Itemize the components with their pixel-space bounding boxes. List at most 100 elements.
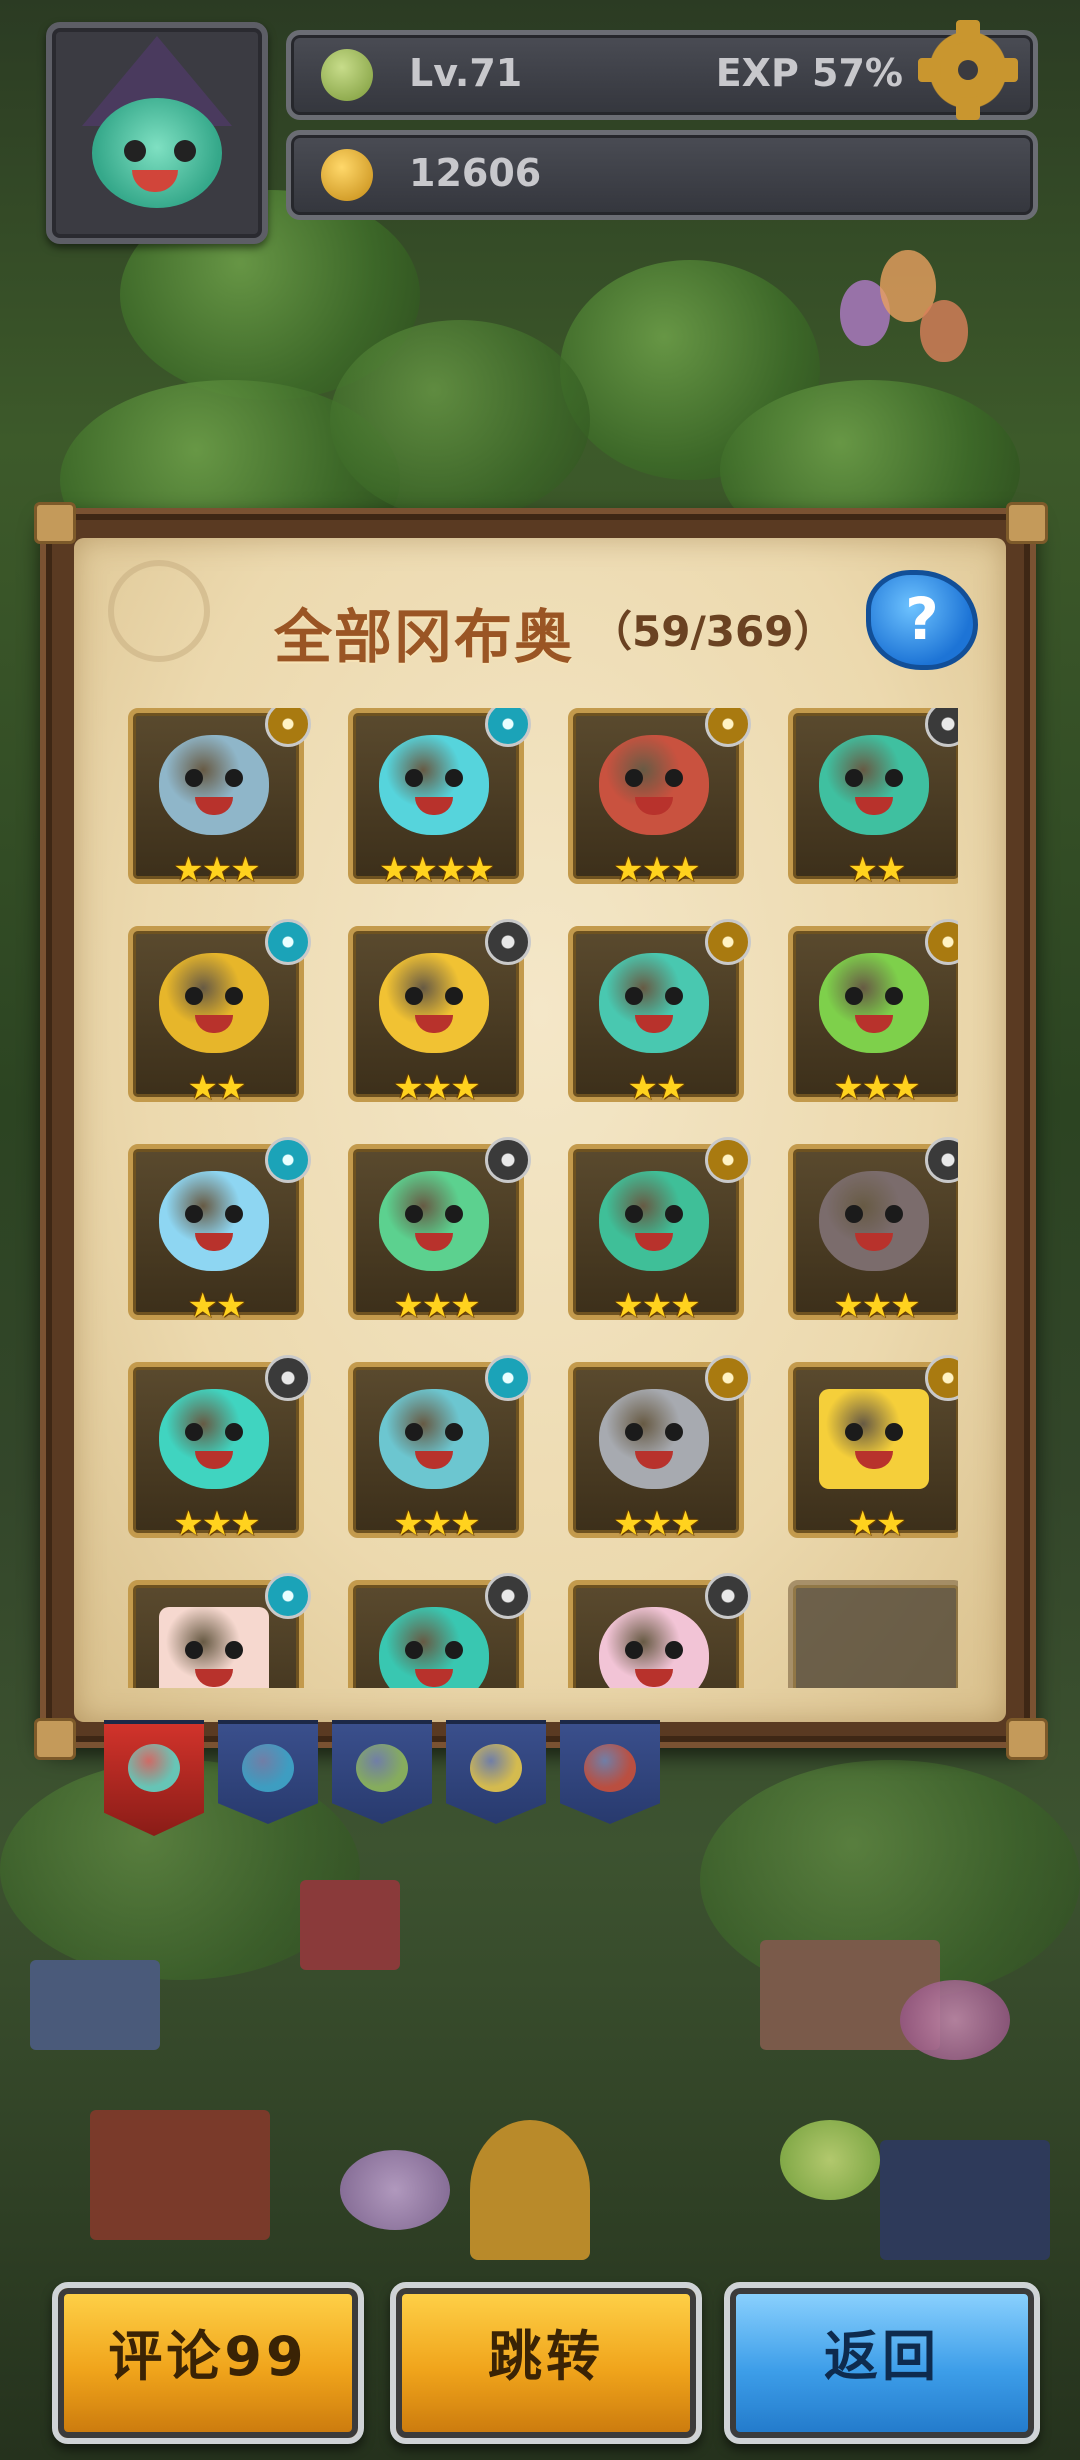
creature-card[interactable] bbox=[348, 1573, 531, 1688]
rank-badge-icon bbox=[705, 919, 751, 965]
category-icon bbox=[128, 1744, 180, 1792]
player-avatar[interactable] bbox=[46, 22, 268, 244]
coin-count: 12606 bbox=[409, 151, 542, 195]
rank-badge-icon bbox=[265, 1573, 311, 1619]
rank-badge-icon bbox=[705, 1573, 751, 1619]
star-rating: ★★ bbox=[847, 850, 907, 890]
creature-portrait bbox=[599, 1389, 709, 1489]
locked-creature-slot[interactable] bbox=[788, 1580, 958, 1688]
star-rating: ★★★ bbox=[393, 1286, 480, 1326]
creature-portrait bbox=[599, 735, 709, 835]
avatar-eye bbox=[124, 140, 146, 162]
creature-portrait bbox=[819, 953, 929, 1053]
tab-yellow[interactable] bbox=[446, 1720, 546, 1824]
star-rating: ★★★ bbox=[833, 1068, 920, 1108]
star-rating: ★★★ bbox=[393, 1504, 480, 1544]
rank-badge-icon bbox=[265, 1137, 311, 1183]
panel-title: 全部冈布奥 bbox=[274, 603, 575, 671]
star-rating: ★★★ bbox=[833, 1286, 920, 1326]
category-icon bbox=[242, 1744, 294, 1792]
back-button[interactable]: 返回 bbox=[724, 2282, 1040, 2444]
rank-badge-icon bbox=[485, 1355, 531, 1401]
creature-portrait bbox=[599, 1171, 709, 1271]
creature-card[interactable]: ★★★ bbox=[568, 708, 751, 890]
creature-portrait bbox=[599, 1607, 709, 1688]
creature-portrait bbox=[379, 735, 489, 835]
rank-badge-icon bbox=[705, 1355, 751, 1401]
creature-portrait bbox=[599, 953, 709, 1053]
creature-card[interactable]: ★★ bbox=[788, 1355, 958, 1544]
creature-card[interactable] bbox=[568, 1573, 751, 1688]
creature-card[interactable]: ★★★ bbox=[128, 708, 311, 890]
creature-grid: ★★★ ★★★★ ★★★ ★★ ★★ ★★★ ★★ ★★★ ★★ ★★★ ★★★ ★★★ ★★★ ★★★ ★… bbox=[128, 708, 958, 1688]
tab-blue[interactable] bbox=[218, 1720, 318, 1824]
rank-badge-icon bbox=[925, 1355, 958, 1401]
creature-card[interactable]: ★★ bbox=[128, 1137, 311, 1326]
star-rating: ★★ bbox=[187, 1068, 247, 1108]
gear-icon[interactable] bbox=[918, 20, 1018, 120]
rank-badge-icon bbox=[265, 708, 311, 747]
creature-portrait bbox=[379, 953, 489, 1053]
creature-portrait bbox=[819, 1171, 929, 1271]
star-rating: ★★ bbox=[187, 1286, 247, 1326]
creature-portrait bbox=[159, 1389, 269, 1489]
category-icon bbox=[470, 1744, 522, 1792]
panel-corner bbox=[1006, 1718, 1048, 1760]
collection-count: （59/369） bbox=[590, 607, 836, 656]
level-text: Lv.71 bbox=[409, 51, 523, 95]
creature-portrait bbox=[159, 735, 269, 835]
star-rating: ★★★ bbox=[613, 850, 700, 890]
star-rating: ★★ bbox=[847, 1504, 907, 1544]
creature-portrait bbox=[159, 953, 269, 1053]
panel-corner bbox=[34, 502, 76, 544]
coin-bar: 12606 bbox=[286, 130, 1038, 220]
creature-portrait bbox=[819, 735, 929, 835]
rank-badge-icon bbox=[925, 708, 958, 747]
star-rating: ★★★ bbox=[613, 1286, 700, 1326]
creature-card[interactable] bbox=[128, 1573, 311, 1688]
star-rating: ★★★★ bbox=[379, 850, 495, 890]
jump-button[interactable]: 跳转 bbox=[390, 2282, 702, 2444]
rank-badge-icon bbox=[265, 1355, 311, 1401]
creature-card[interactable]: ★★★ bbox=[348, 1355, 531, 1544]
creature-portrait bbox=[159, 1171, 269, 1271]
fruit-coin-icon bbox=[321, 149, 373, 201]
tab-red[interactable] bbox=[560, 1720, 660, 1824]
creature-portrait bbox=[819, 1389, 929, 1489]
tab-all[interactable] bbox=[104, 1720, 204, 1836]
creature-card[interactable]: ★★ bbox=[568, 919, 751, 1108]
rank-badge-icon bbox=[485, 1137, 531, 1183]
rank-badge-icon bbox=[925, 1137, 958, 1183]
rank-badge-icon bbox=[705, 708, 751, 747]
star-rating: ★★★ bbox=[393, 1068, 480, 1108]
rank-badge-icon bbox=[485, 1573, 531, 1619]
panel-corner bbox=[34, 1718, 76, 1760]
creature-portrait bbox=[159, 1607, 269, 1688]
creature-card[interactable]: ★★★ bbox=[348, 919, 531, 1108]
exp-text: EXP 57% bbox=[715, 51, 903, 95]
creature-card[interactable]: ★★★★ bbox=[348, 708, 531, 890]
creature-card[interactable]: ★★★ bbox=[568, 1355, 751, 1541]
panel-corner bbox=[1006, 502, 1048, 544]
rank-badge-icon bbox=[925, 919, 958, 965]
star-rating: ★★★ bbox=[173, 850, 260, 890]
star-rating: ★★★ bbox=[173, 1504, 260, 1544]
tab-green[interactable] bbox=[332, 1720, 432, 1824]
rank-badge-icon bbox=[485, 708, 531, 747]
creature-card[interactable]: ★★★ bbox=[788, 919, 958, 1108]
creature-card[interactable]: ★★★ bbox=[348, 1137, 531, 1326]
creature-card[interactable]: ★★★ bbox=[788, 1137, 958, 1326]
creature-card[interactable]: ★★ bbox=[128, 919, 311, 1108]
creature-card[interactable]: ★★★ bbox=[128, 1355, 311, 1544]
decorative-swirl-icon bbox=[108, 560, 210, 662]
rank-badge-icon bbox=[485, 919, 531, 965]
category-icon bbox=[356, 1744, 408, 1792]
rank-badge-icon bbox=[705, 1137, 751, 1183]
leaf-icon bbox=[321, 49, 373, 101]
creature-card[interactable]: ★★ bbox=[788, 708, 958, 890]
star-rating: ★★ bbox=[627, 1068, 687, 1108]
comments-button[interactable]: 评论99 bbox=[52, 2282, 364, 2444]
rank-badge-icon bbox=[265, 919, 311, 965]
creature-card[interactable]: ★★★ bbox=[568, 1137, 751, 1326]
creature-portrait bbox=[379, 1171, 489, 1271]
